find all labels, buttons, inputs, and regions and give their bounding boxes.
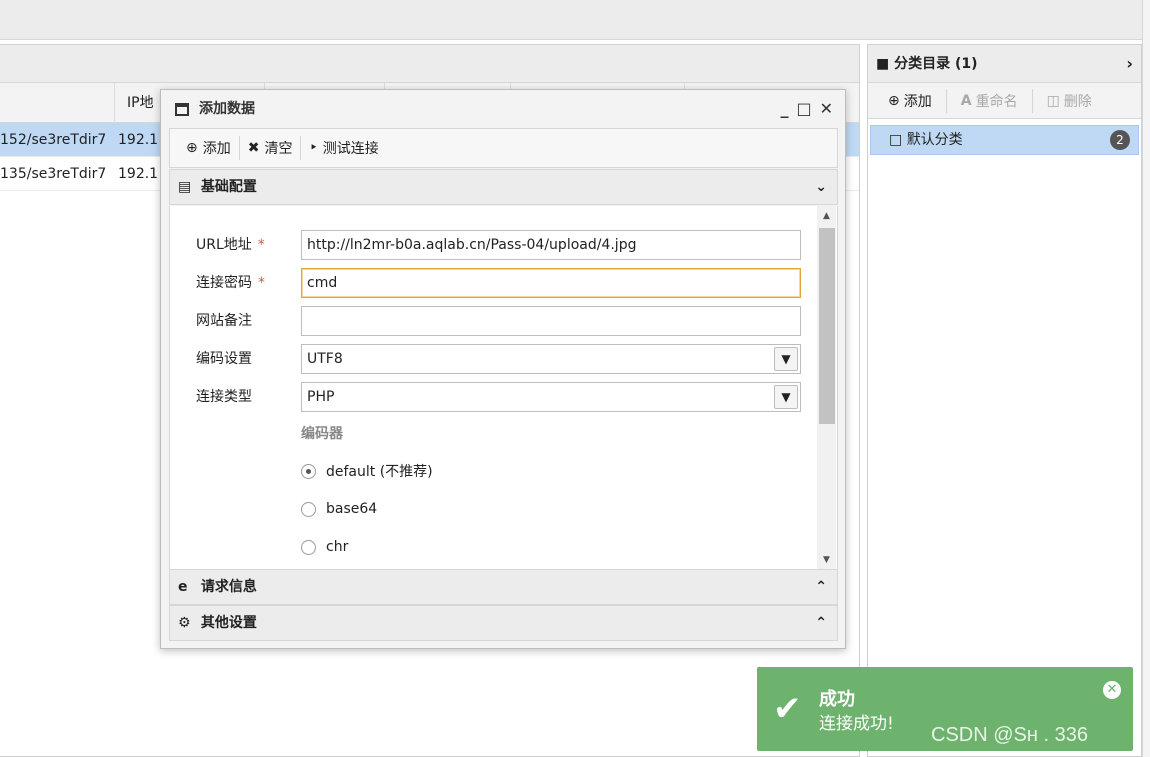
test-connection-button[interactable]: ‣ 测试连接 [301, 134, 386, 162]
category-item-label: 默认分类 [906, 132, 963, 148]
encoder-label: 编码器 [301, 426, 343, 442]
plus-circle-icon: ⊕ [186, 140, 198, 156]
watermark: CSDN @Sʜ . 336 [931, 724, 1088, 746]
section-basic-config[interactable]: ▤ 基础配置 ⌄ [169, 169, 838, 205]
category-title: 分类目录 (1) [894, 56, 978, 72]
dialog-title: 添加数据 [199, 101, 255, 117]
folder-open-icon: □ [889, 132, 903, 148]
add-label: 添加 [202, 141, 231, 157]
option-label: base64 [326, 501, 378, 517]
spinner-icon: ‣ [309, 140, 318, 156]
cell-url: 135/se3reTdir7 [0, 166, 107, 182]
chevron-down-icon: ⌄ [815, 179, 827, 195]
clear-button[interactable]: ✖ 清空 [240, 134, 301, 162]
edge-icon: e [178, 579, 188, 595]
chevron-up-icon: ⌃ [815, 615, 827, 631]
toast-title: 成功 [819, 689, 855, 710]
add-category-button[interactable]: ⊕ 添加 [878, 88, 942, 114]
option-label: chr [326, 539, 349, 555]
encoder-option-chr[interactable]: chr [301, 536, 348, 558]
close-icon[interactable]: ✕ [820, 90, 833, 128]
category-toolbar: ⊕ 添加 A 重命名 ◫ 删除 [868, 83, 1141, 119]
close-icon[interactable]: ✕ [1103, 681, 1121, 699]
section-other-settings[interactable]: ⚙ 其他设置 ⌃ [169, 605, 838, 641]
maximize-icon[interactable]: □ [796, 90, 811, 128]
password-label: 连接密码 * [196, 275, 265, 291]
clear-label: 清空 [264, 141, 293, 157]
url-label: URL地址 * [196, 237, 265, 253]
chevron-up-icon: ⌃ [815, 579, 827, 595]
required-mark: * [257, 237, 265, 253]
cell-url: 152/se3reTdir7 [0, 132, 107, 148]
x-icon: ✖ [247, 140, 260, 156]
section-request-info[interactable]: e 请求信息 ⌃ [169, 569, 838, 605]
chevron-right-icon[interactable]: › [1126, 45, 1133, 83]
required-mark: * [258, 275, 265, 291]
category-panel: ■ 分类目录 (1) › ⊕ 添加 A 重命名 ◫ 删除 □ 默认分类 2 [867, 44, 1142, 757]
chevron-down-icon[interactable]: ▼ [774, 385, 798, 409]
font-icon: A [960, 92, 972, 109]
radio-selected[interactable] [301, 463, 316, 479]
note-row: 网站备注 [170, 306, 810, 336]
plus-circle-icon: ⊕ [888, 92, 900, 109]
scroll-down-icon[interactable]: ▼ [817, 552, 836, 568]
grid-title-bar [0, 45, 859, 83]
encoding-row: 编码设置 UTF8 ▼ [170, 344, 810, 374]
encoder-option-base64[interactable]: base64 [301, 498, 377, 520]
delete-category-button[interactable]: ◫ 删除 [1037, 88, 1102, 114]
type-row: 连接类型 PHP ▼ [170, 382, 810, 412]
dialog-toolbar: ⊕ 添加 ✖ 清空 ‣ 测试连接 [169, 128, 838, 168]
window-controls: _ □ ✕ [780, 90, 833, 128]
window-icon [175, 103, 189, 116]
toast-message: 连接成功! [819, 714, 894, 734]
url-row: URL地址 * http://ln2mr-b0a.aqlab.cn/Pass-04… [170, 230, 810, 260]
section-label: 基础配置 [200, 179, 257, 195]
divider [945, 88, 947, 113]
category-item-default[interactable]: □ 默认分类 2 [870, 125, 1139, 155]
option-label: default (不推荐) [326, 464, 433, 480]
encoding-label: 编码设置 [196, 351, 252, 367]
divider [1031, 88, 1033, 113]
trash-icon: ◫ [1046, 92, 1060, 109]
section-label: 请求信息 [200, 579, 257, 595]
radio[interactable] [301, 539, 316, 555]
type-select[interactable]: PHP ▼ [301, 382, 801, 412]
scroll-up-icon[interactable]: ▲ [817, 208, 836, 224]
section-label: 其他设置 [200, 615, 257, 631]
password-row: 连接密码 * cmd [170, 268, 810, 298]
category-header: ■ 分类目录 (1) › [868, 45, 1141, 83]
radio[interactable] [301, 501, 316, 517]
note-input[interactable] [301, 306, 801, 336]
rename-label: 重命名 [975, 93, 1018, 110]
minimize-icon[interactable]: _ [780, 90, 788, 128]
basic-config-form: URL地址 * http://ln2mr-b0a.aqlab.cn/Pass-04… [169, 206, 838, 570]
type-label: 连接类型 [196, 389, 252, 405]
url-input[interactable]: http://ln2mr-b0a.aqlab.cn/Pass-04/upload… [301, 230, 801, 260]
count-badge: 2 [1110, 130, 1130, 150]
top-bar [0, 0, 1142, 40]
type-value: PHP [307, 389, 335, 405]
chevron-down-icon[interactable]: ▼ [774, 347, 798, 371]
add-data-dialog: 添加数据 _ □ ✕ ⊕ 添加 ✖ 清空 ‣ 测试连接 ▤ 基础配置 ⌄ URL… [160, 89, 846, 649]
encoding-value: UTF8 [307, 351, 343, 367]
test-label: 测试连接 [322, 141, 379, 157]
encoder-option-default[interactable]: default (不推荐) [301, 460, 433, 482]
dialog-title-bar[interactable]: 添加数据 _ □ ✕ [161, 90, 845, 128]
add-button[interactable]: ⊕ 添加 [178, 134, 239, 162]
window-scrollbar[interactable] [1142, 0, 1150, 757]
document-icon: ▤ [178, 179, 192, 195]
form-scrollbar[interactable]: ▲ ▼ [817, 206, 836, 570]
password-input[interactable]: cmd [301, 268, 801, 298]
rename-category-button[interactable]: A 重命名 [951, 88, 1028, 114]
delete-label: 删除 [1063, 93, 1092, 110]
add-label: 添加 [903, 93, 932, 110]
check-icon: ✔ [773, 689, 802, 729]
encoding-select[interactable]: UTF8 ▼ [301, 344, 801, 374]
scroll-thumb[interactable] [819, 228, 835, 424]
gears-icon: ⚙ [178, 615, 191, 631]
folder-icon: ■ [876, 56, 890, 72]
note-label: 网站备注 [196, 313, 252, 329]
